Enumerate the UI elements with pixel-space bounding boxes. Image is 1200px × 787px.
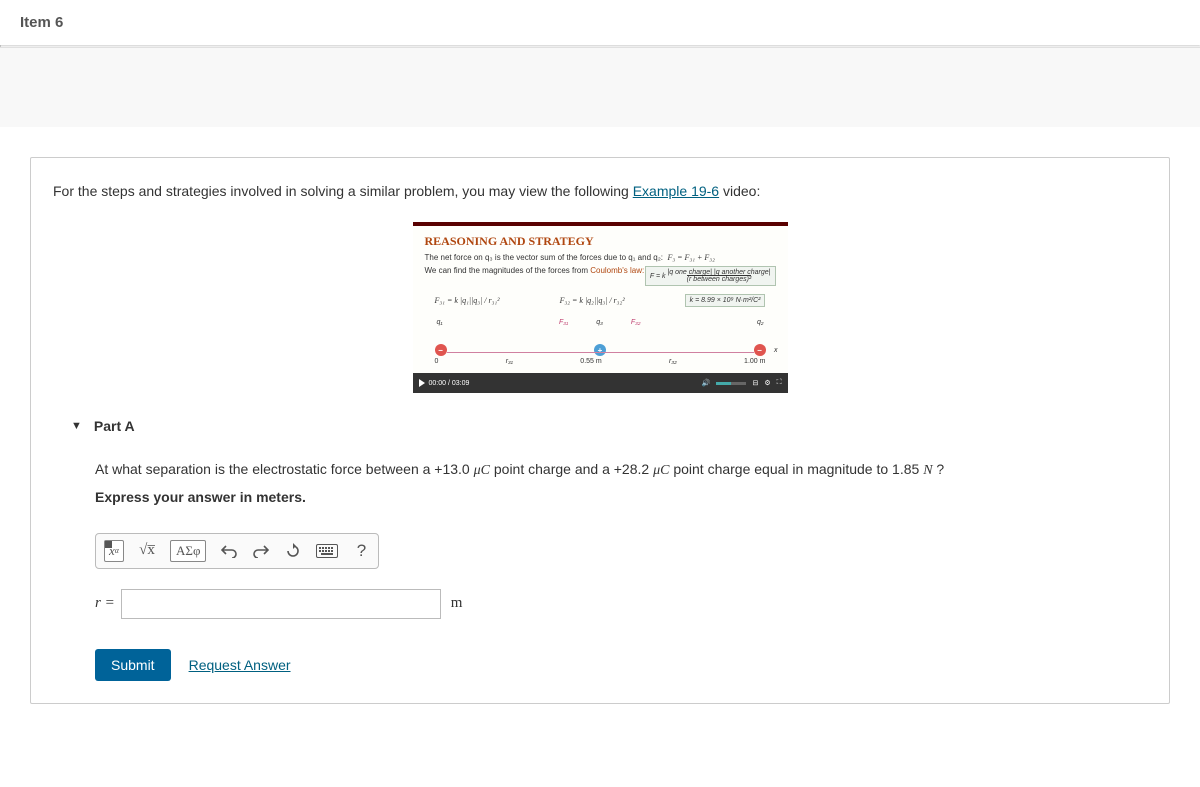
question-text: At what separation is the electrostatic … xyxy=(95,458,1129,482)
templates-button[interactable]: xα xyxy=(104,540,124,562)
volume-icon[interactable]: 🔊 xyxy=(702,379,711,387)
intro-after: video: xyxy=(719,183,760,199)
part-a-section: ▼ Part A At what separation is the elect… xyxy=(71,418,1129,680)
answer-widget: xα √x̅ ΑΣφ xyxy=(95,533,1129,681)
label-f31: F₃₁ xyxy=(559,319,568,326)
label-f32: F₃₂ xyxy=(631,319,641,326)
answer-row: r = m xyxy=(95,589,1129,619)
part-label: Part A xyxy=(94,418,135,434)
intro-text: For the steps and strategies involved in… xyxy=(53,180,1147,202)
help-button[interactable]: ? xyxy=(352,541,370,561)
formula-f32: F₃₂ = k |q₂||q₃| / r₃₂² xyxy=(560,296,625,305)
video-line-2: We can find the magnitudes of the forces… xyxy=(425,266,776,286)
label-q2: q₂ xyxy=(757,319,764,326)
label-q1: q₁ xyxy=(437,319,443,326)
keyboard-button[interactable] xyxy=(316,544,338,558)
undo-button[interactable] xyxy=(220,544,238,558)
volume-slider[interactable] xyxy=(716,382,746,385)
actions: Submit Request Answer xyxy=(95,649,1129,681)
submit-button[interactable]: Submit xyxy=(95,649,171,681)
video-time: 00:00 / 03:09 xyxy=(429,380,470,387)
k-constant: k = 8.99 × 10⁹ N·m²/C² xyxy=(685,294,766,307)
reset-button[interactable] xyxy=(284,543,302,559)
answer-unit: m xyxy=(451,595,463,612)
item-header: Item 6 xyxy=(0,0,1200,45)
video-controls[interactable]: 00:00 / 03:09 🔊 ⊟ ⚙ ⛶ xyxy=(413,373,788,393)
part-content: At what separation is the electrostatic … xyxy=(95,458,1129,680)
item-title: Item 6 xyxy=(20,14,63,31)
settings-icon[interactable]: ⚙ xyxy=(764,379,770,387)
content-wrapper xyxy=(0,47,1200,127)
example-link[interactable]: Example 19-6 xyxy=(633,183,719,199)
charge-q3: + xyxy=(594,344,606,356)
instruction: Express your answer in meters. xyxy=(95,489,1129,505)
sqrt-button[interactable]: √x̅ xyxy=(138,542,156,559)
formulas-row: F₃₁ = k |q₁||q₃| / r₃₁² F₃₂ = k |q₂||q₃|… xyxy=(425,294,776,307)
part-a-header[interactable]: ▼ Part A xyxy=(71,418,1129,434)
caret-down-icon: ▼ xyxy=(71,420,82,432)
video-preview[interactable]: REASONING AND STRATEGY The net force on … xyxy=(413,222,788,393)
video-title: REASONING AND STRATEGY xyxy=(425,234,776,249)
answer-input[interactable] xyxy=(121,589,441,619)
fullscreen-icon[interactable]: ⛶ xyxy=(777,379,782,387)
charge-q2: − xyxy=(754,344,766,356)
label-q3: q₃ xyxy=(596,319,603,326)
redo-button[interactable] xyxy=(252,544,270,558)
x-axis-label: x xyxy=(774,347,778,354)
charge-q1: − xyxy=(435,344,447,356)
request-answer-link[interactable]: Request Answer xyxy=(189,657,291,673)
formula-f31: F₃₁ = k |q₁||q₃| / r₃₁² xyxy=(435,296,500,305)
equation-toolbar: xα √x̅ ΑΣφ xyxy=(95,533,379,569)
problem-box: For the steps and strategies involved in… xyxy=(30,157,1170,704)
greek-button[interactable]: ΑΣφ xyxy=(170,540,206,562)
cc-icon[interactable]: ⊟ xyxy=(752,379,758,387)
intro-before: For the steps and strategies involved in… xyxy=(53,183,633,199)
charge-diagram: − + − x xyxy=(425,344,776,360)
answer-label: r = xyxy=(95,595,115,612)
video-line-1: The net force on q₃ is the vector sum of… xyxy=(425,253,776,262)
play-icon[interactable] xyxy=(419,379,425,387)
coulomb-box: F = k |q one charge| |q another charge| … xyxy=(645,266,776,286)
problem-area: For the steps and strategies involved in… xyxy=(0,127,1200,734)
